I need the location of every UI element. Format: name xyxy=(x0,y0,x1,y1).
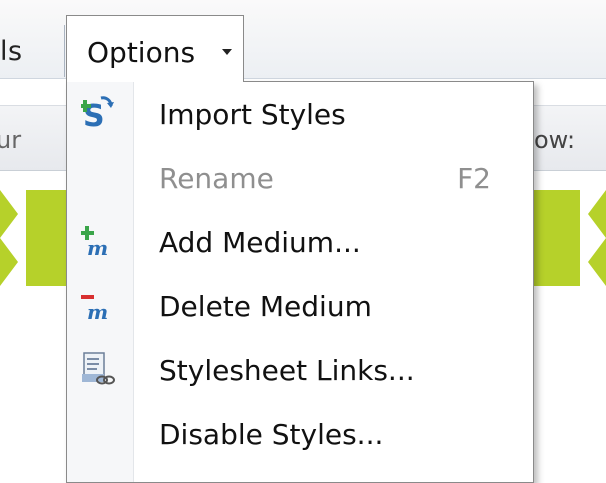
menu-item-previous[interactable]: ls xyxy=(0,36,23,67)
band-left-notch xyxy=(0,190,26,286)
menu-item-label: Stylesheet Links... xyxy=(159,354,415,387)
menu-item-disable-styles[interactable]: Disable Styles... xyxy=(67,402,533,466)
options-menu-label: Options xyxy=(87,36,196,69)
menu-separator xyxy=(64,25,65,77)
menu-item-shortcut: F2 xyxy=(457,162,491,195)
menu-item-add-medium[interactable]: m Add Medium... xyxy=(67,210,533,274)
toolbar-left-text: ur xyxy=(0,126,22,154)
toolbar-right-text: ow: xyxy=(534,126,576,154)
menu-item-label: Rename xyxy=(159,162,274,195)
menu-item-label: Disable Styles... xyxy=(159,418,384,451)
menu-item-import-styles[interactable]: S Import Styles xyxy=(67,82,533,146)
menu-item-label: Import Styles xyxy=(159,98,346,131)
options-menu-button[interactable]: Options xyxy=(66,15,244,82)
import-styles-icon: S xyxy=(81,96,114,130)
chevron-down-icon xyxy=(222,49,232,55)
stylesheet-links-icon xyxy=(82,352,115,385)
options-dropdown-menu: S Import Styles Rename F2 m Add Medium..… xyxy=(66,81,534,483)
menu-item-stylesheet-links[interactable]: Stylesheet Links... xyxy=(67,338,533,402)
add-medium-icon: m xyxy=(81,226,108,258)
svg-text:m: m xyxy=(87,300,108,322)
menu-item-label: Delete Medium xyxy=(159,290,372,323)
delete-medium-icon: m xyxy=(81,295,108,322)
band-right-notch xyxy=(580,190,606,286)
svg-text:m: m xyxy=(87,236,108,258)
menu-item-rename: Rename F2 xyxy=(67,146,533,210)
menu-item-delete-medium[interactable]: m Delete Medium xyxy=(67,274,533,338)
menu-item-label: Add Medium... xyxy=(159,226,361,259)
